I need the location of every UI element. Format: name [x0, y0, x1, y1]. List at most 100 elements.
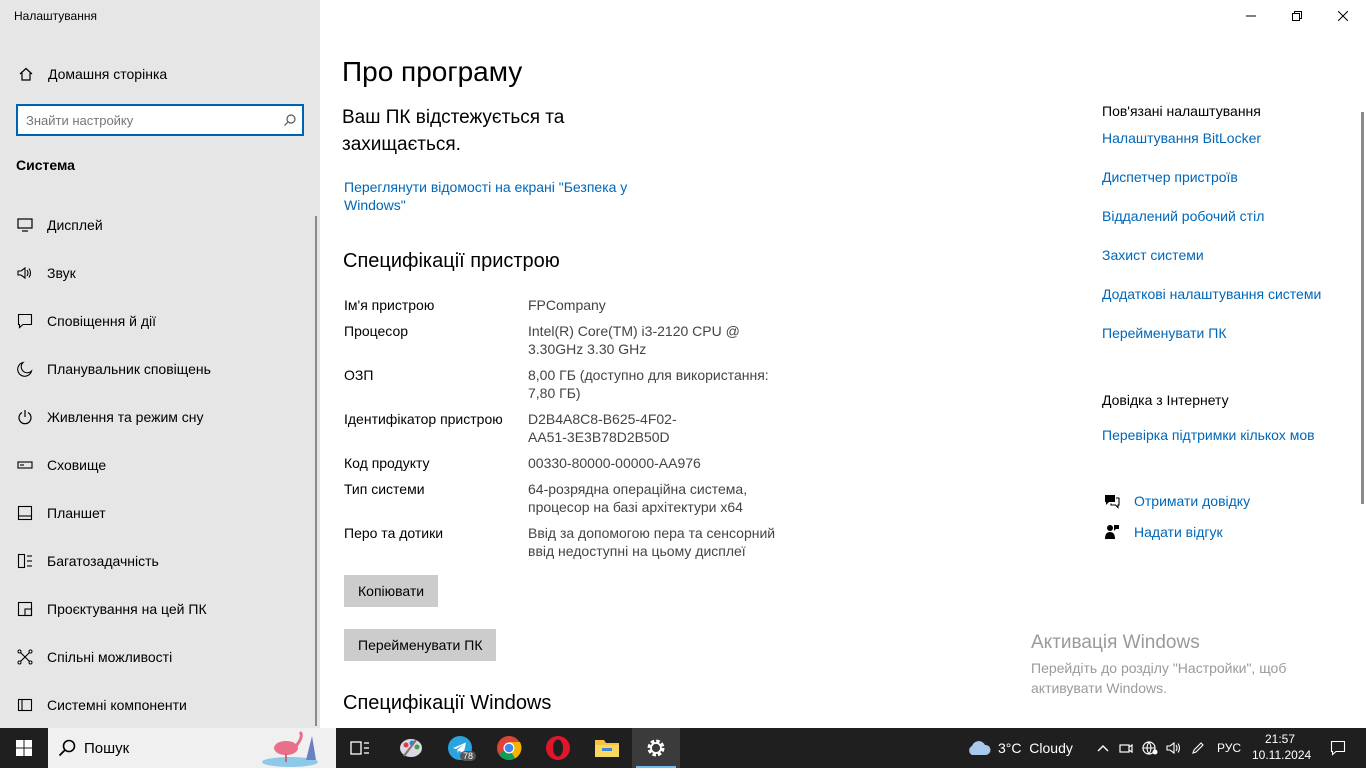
- window-controls: [1228, 0, 1366, 32]
- tray-volume[interactable]: [1164, 728, 1184, 768]
- tray-meet-now[interactable]: [1116, 728, 1136, 768]
- sidebar-item-label: Системні компоненти: [47, 697, 187, 713]
- restore-button[interactable]: [1274, 0, 1320, 32]
- search-icon: [58, 739, 76, 757]
- advanced-system-settings-link[interactable]: Додаткові налаштування системи: [1102, 286, 1321, 302]
- taskbar-app-paint[interactable]: [387, 728, 435, 768]
- spec-value: 8,00 ГБ (доступно для використання: 7,80…: [528, 367, 769, 401]
- windows-logo-icon: [16, 740, 32, 756]
- rename-pc-link[interactable]: Перейменувати ПК: [1102, 325, 1226, 341]
- tray-language[interactable]: РУС: [1212, 728, 1246, 768]
- main-content: Про програму Ваш ПК відстежується та зах…: [320, 0, 1366, 728]
- moon-icon: [16, 360, 34, 378]
- sidebar-item-label: Планувальник сповіщень: [47, 361, 211, 377]
- start-button[interactable]: [0, 728, 48, 768]
- taskbar-app-opera[interactable]: [534, 728, 582, 768]
- taskbar-app-settings[interactable]: [632, 728, 680, 768]
- sidebar-item-tablet[interactable]: Планшет: [0, 489, 316, 537]
- opera-icon: [546, 736, 570, 760]
- tray-clock[interactable]: 21:57 10.11.2024: [1252, 731, 1311, 763]
- taskbar-app-telegram[interactable]: 78: [436, 728, 484, 768]
- feedback-item[interactable]: Надати відгук: [1102, 524, 1223, 540]
- spec-row: Ідентифікатор пристрою D2B4A8C8-B625-4F02…: [344, 410, 824, 446]
- spec-value: Ввід за допомогою пера та сенсорний ввід…: [528, 525, 776, 559]
- home-link[interactable]: Домашня сторінка: [18, 62, 167, 86]
- spec-key: Перо та дотики: [344, 525, 444, 541]
- spec-row: ОЗП 8,00 ГБ (доступно для використання: 7…: [344, 366, 824, 402]
- main-scrollbar[interactable]: [1361, 112, 1364, 504]
- weather-widget[interactable]: 3°C Cloudy: [966, 728, 1073, 768]
- sidebar-item-focus-assist[interactable]: Планувальник сповіщень: [0, 345, 316, 393]
- feedback-link[interactable]: Надати відгук: [1134, 524, 1223, 540]
- sidebar-item-label: Багатозадачність: [47, 553, 159, 569]
- minimize-button[interactable]: [1228, 0, 1274, 32]
- spec-value: D2B4A8C8-B625-4F02-AA51-3E3B78D2B50D: [528, 411, 677, 445]
- bitlocker-link[interactable]: Налаштування BitLocker: [1102, 130, 1261, 146]
- taskbar-app-chrome[interactable]: [485, 728, 533, 768]
- sidebar-item-label: Проєктування на цей ПК: [47, 601, 207, 617]
- projecting-icon: [16, 600, 34, 618]
- search-icon: [278, 113, 302, 127]
- clock-time: 21:57: [1264, 732, 1296, 746]
- spec-key: Ім'я пристрою: [344, 297, 435, 313]
- spec-value: 00330-80000-00000-AA976: [528, 455, 701, 471]
- system-protection-link[interactable]: Захист системи: [1102, 247, 1204, 263]
- tray-network[interactable]: [1140, 728, 1160, 768]
- sidebar-item-label: Звук: [47, 265, 76, 281]
- sidebar-item-storage[interactable]: Сховище: [0, 441, 316, 489]
- minimize-icon: [1246, 15, 1256, 17]
- sidebar-item-shared-experiences[interactable]: Спільні можливості: [0, 633, 316, 681]
- sidebar-item-label: Спільні можливості: [47, 649, 173, 665]
- security-link[interactable]: Переглянути відомості на екрані "Безпека…: [344, 178, 644, 214]
- notification-icon: [1330, 740, 1346, 756]
- search-input[interactable]: [18, 106, 278, 134]
- activation-title: Активація Windows: [1031, 632, 1200, 653]
- spec-row: Процесор Intel(R) Core(TM) i3-2120 CPU @ …: [344, 322, 824, 358]
- multitasking-icon: [16, 552, 34, 570]
- network-icon: [1142, 741, 1158, 755]
- activation-subtitle: Перейдіть до розділу "Настройки", щоб ак…: [1031, 660, 1287, 696]
- feedback-icon: [1102, 524, 1122, 540]
- task-view-button[interactable]: [336, 728, 384, 768]
- sidebar-scrollbar[interactable]: [315, 216, 317, 726]
- web-help-title: Довідка з Інтернету: [1102, 392, 1229, 408]
- rename-pc-button[interactable]: Перейменувати ПК: [344, 629, 497, 661]
- section-title: Система: [16, 157, 75, 173]
- tablet-icon: [16, 504, 34, 522]
- storage-icon: [16, 456, 34, 474]
- taskbar-search[interactable]: Пошук: [48, 728, 336, 768]
- sidebar-item-multitasking[interactable]: Багатозадачність: [0, 537, 316, 585]
- device-manager-link[interactable]: Диспетчер пристроїв: [1102, 169, 1238, 185]
- sidebar-item-system-components[interactable]: Системні компоненти: [0, 681, 316, 729]
- telegram-badge: 78: [460, 751, 477, 761]
- close-button[interactable]: [1320, 0, 1366, 32]
- display-icon: [16, 216, 34, 234]
- tray-pen[interactable]: [1188, 728, 1208, 768]
- sidebar-item-power[interactable]: Живлення та режим сну: [0, 393, 316, 441]
- copy-button[interactable]: Копіювати: [344, 575, 439, 607]
- search-box[interactable]: [16, 104, 304, 136]
- remote-desktop-link[interactable]: Віддалений робочий стіл: [1102, 208, 1264, 224]
- taskbar: Пошук 78 3°C Cloudy РУС 21:57 10.11.2024: [0, 728, 1366, 768]
- notification-center-button[interactable]: [1318, 728, 1358, 768]
- spec-row: Перо та дотики Ввід за допомогою пера та …: [344, 524, 824, 560]
- taskbar-app-file-explorer[interactable]: [583, 728, 631, 768]
- sidebar-item-projecting[interactable]: Проєктування на цей ПК: [0, 585, 316, 633]
- sidebar-item-sound[interactable]: Звук: [0, 249, 316, 297]
- spec-key: Процесор: [344, 323, 409, 339]
- get-help-item[interactable]: Отримати довідку: [1102, 493, 1250, 509]
- device-specs-table: Ім'я пристрою FPCompany Процесор Intel(R) …: [344, 296, 824, 568]
- get-help-link[interactable]: Отримати довідку: [1134, 493, 1250, 509]
- close-icon: [1338, 11, 1348, 21]
- sidebar-item-notifications[interactable]: Сповіщення й дії: [0, 297, 316, 345]
- spec-key: Ідентифікатор пристрою: [344, 411, 503, 427]
- sidebar-item-display[interactable]: Дисплей: [0, 201, 316, 249]
- home-icon: [18, 66, 34, 82]
- show-hidden-icons-button[interactable]: [1092, 728, 1114, 768]
- sidebar-item-label: Сповіщення й дії: [47, 313, 156, 329]
- spec-key: ОЗП: [344, 367, 374, 383]
- chevron-up-icon: [1097, 745, 1109, 752]
- language-support-link[interactable]: Перевірка підтримки кількох мов: [1102, 427, 1315, 443]
- spec-row: Тип системи 64-розрядна операційна систем…: [344, 480, 824, 516]
- volume-icon: [1166, 741, 1181, 755]
